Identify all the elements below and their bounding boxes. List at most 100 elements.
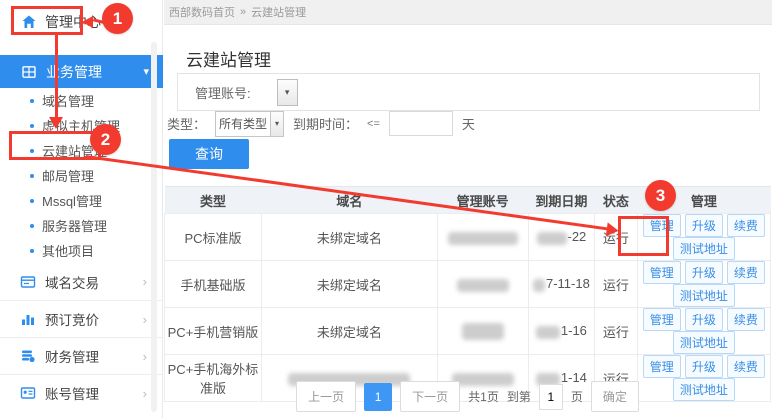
sidebar-subitem[interactable]: 服务器管理	[0, 213, 163, 238]
account-label: 管理账号:	[195, 83, 251, 102]
upgrade-button[interactable]: 升级	[685, 308, 723, 331]
sidebar-group-label: 账号管理	[45, 383, 99, 403]
grid-icon	[21, 64, 37, 80]
sidebar-subitem-label: 邮局管理	[42, 166, 94, 185]
bullet-icon	[30, 99, 34, 103]
manage-button[interactable]: 管理	[643, 261, 681, 284]
annotation-step-2-badge: 2	[90, 124, 121, 155]
type-label: 类型：	[167, 114, 206, 133]
annotation-step-1-badge: 1	[102, 3, 133, 34]
sidebar-group-label: 域名交易	[45, 272, 99, 292]
chevron-right-icon: ›	[143, 386, 147, 401]
sidebar-scrollbar[interactable]	[151, 42, 157, 412]
cell-expire-date: 7-11-18	[528, 261, 595, 308]
redacted-text	[537, 232, 567, 245]
renew-button[interactable]: 续费	[727, 261, 765, 284]
redacted-text	[448, 232, 518, 245]
annotation-step-3-badge: 3	[645, 180, 676, 211]
cell-type: PC标准版	[165, 214, 262, 261]
account-select[interactable]: ▾	[277, 79, 298, 106]
table-column-header: 状态	[595, 187, 637, 214]
coins-icon	[20, 348, 36, 364]
caret-down-icon: ▾	[285, 87, 290, 98]
expire-days-input[interactable]	[389, 111, 453, 136]
pagination: 上一页 1 下一页 共1页 到第 页 确定	[164, 381, 771, 412]
manage-button[interactable]: 管理	[643, 355, 681, 378]
type-select[interactable]: 所有类型 ▾	[215, 111, 284, 137]
goto-suffix: 页	[571, 388, 583, 405]
renew-button[interactable]: 续费	[727, 355, 765, 378]
sidebar-group-item[interactable]: 财务管理›	[0, 337, 163, 374]
bullet-icon	[30, 224, 34, 228]
goto-page-input[interactable]	[539, 384, 563, 410]
annotation-box-management-center	[11, 6, 83, 35]
redacted-text	[536, 326, 560, 339]
expire-label: 到期时间：	[293, 114, 358, 133]
annotation-line-vertical	[55, 33, 58, 118]
account-filter-box: 管理账号: ▾	[177, 73, 760, 111]
cell-actions: 管理升级续费测试地址	[637, 308, 770, 355]
sidebar-subitem-label: 域名管理	[42, 91, 94, 110]
sidebar-group-item[interactable]: 域名交易›	[0, 263, 163, 300]
upgrade-button[interactable]: 升级	[685, 214, 723, 237]
manage-button[interactable]: 管理	[643, 308, 681, 331]
cell-type: PC+手机营销版	[165, 308, 262, 355]
test-address-button[interactable]: 测试地址	[673, 331, 735, 354]
table-column-header: 类型	[165, 187, 262, 214]
query-button[interactable]: 查询	[169, 139, 249, 169]
upgrade-button[interactable]: 升级	[685, 261, 723, 284]
idcard-icon	[20, 385, 36, 401]
cell-actions: 管理升级续费测试地址	[637, 261, 770, 308]
sidebar-group-label: 财务管理	[45, 346, 99, 366]
cell-domain: 未绑定域名	[261, 261, 437, 308]
sidebar-group-label: 预订竞价	[45, 309, 99, 329]
prev-page-button[interactable]: 上一页	[296, 381, 356, 412]
cell-expire-date: 1-16	[528, 308, 595, 355]
sidebar-subitem[interactable]: 其他项目	[0, 238, 163, 263]
cell-type: 手机基础版	[165, 261, 262, 308]
sidebar-group-business[interactable]: 业务管理 ▾	[0, 55, 163, 88]
sidebar-group-item[interactable]: 预订竞价 ›	[0, 300, 163, 337]
bullet-icon	[30, 199, 34, 203]
page-title: 云建站管理	[186, 46, 271, 71]
sites-table: 类型域名管理账号到期日期状态管理 PC标准版未绑定域名-22运行管理升级续费测试…	[164, 186, 771, 402]
chevron-right-icon: ›	[143, 312, 147, 327]
test-address-button[interactable]: 测试地址	[673, 237, 735, 260]
caret-down-icon: ▾	[143, 65, 149, 78]
renew-button[interactable]: 续费	[727, 308, 765, 331]
annotation-arrow-to-step1	[82, 16, 93, 28]
next-page-button[interactable]: 下一页	[400, 381, 460, 412]
annotation-box-manage-button	[618, 216, 669, 256]
app-window: 管理中心 业务管理 ▾ 域名管理虚拟主机管理云建站管理邮局管理Mssql管理服务…	[0, 0, 772, 418]
table-row: PC+手机营销版未绑定域名1-16运行管理升级续费测试地址	[165, 308, 771, 355]
bullet-icon	[30, 249, 34, 253]
sidebar: 管理中心 业务管理 ▾ 域名管理虚拟主机管理云建站管理邮局管理Mssql管理服务…	[0, 0, 163, 418]
upgrade-button[interactable]: 升级	[685, 355, 723, 378]
renew-button[interactable]: 续费	[727, 214, 765, 237]
sidebar-subitem-label: 其他项目	[42, 241, 94, 260]
sidebar-groups: 域名交易› 预订竞价 › 财务管理› 账号管理 ›	[0, 263, 163, 411]
breadcrumb-home-link[interactable]: 西部数码首页	[169, 4, 235, 20]
filter-row: 类型： 所有类型 ▾ 到期时间： <= 天	[167, 110, 475, 137]
sidebar-group-item[interactable]: 账号管理 ›	[0, 374, 163, 411]
redacted-text	[462, 323, 504, 340]
page-number-active[interactable]: 1	[364, 383, 392, 411]
table-row: PC标准版未绑定域名-22运行管理升级续费测试地址	[165, 214, 771, 261]
sidebar-subitem[interactable]: 邮局管理	[0, 163, 163, 188]
cell-account	[437, 308, 528, 355]
expire-date-fragment: 7-11-18	[546, 276, 590, 291]
expire-operator: <=	[367, 118, 380, 130]
expire-unit: 天	[462, 114, 475, 133]
table-column-header: 到期日期	[528, 187, 595, 214]
sidebar-subitem[interactable]: 域名管理	[0, 88, 163, 113]
goto-confirm-button[interactable]: 确定	[591, 381, 639, 412]
redacted-text	[533, 279, 545, 292]
annotation-arrowhead-down	[49, 117, 63, 129]
sidebar-subitem-label: 服务器管理	[42, 216, 107, 235]
breadcrumb: 西部数码首页 » 云建站管理	[164, 0, 772, 25]
table-row: 手机基础版未绑定域名7-11-18运行管理升级续费测试地址	[165, 261, 771, 308]
sidebar-subitem[interactable]: Mssql管理	[0, 188, 163, 213]
test-address-button[interactable]: 测试地址	[673, 284, 735, 307]
cell-account	[437, 214, 528, 261]
goto-prefix: 到第	[507, 388, 531, 405]
